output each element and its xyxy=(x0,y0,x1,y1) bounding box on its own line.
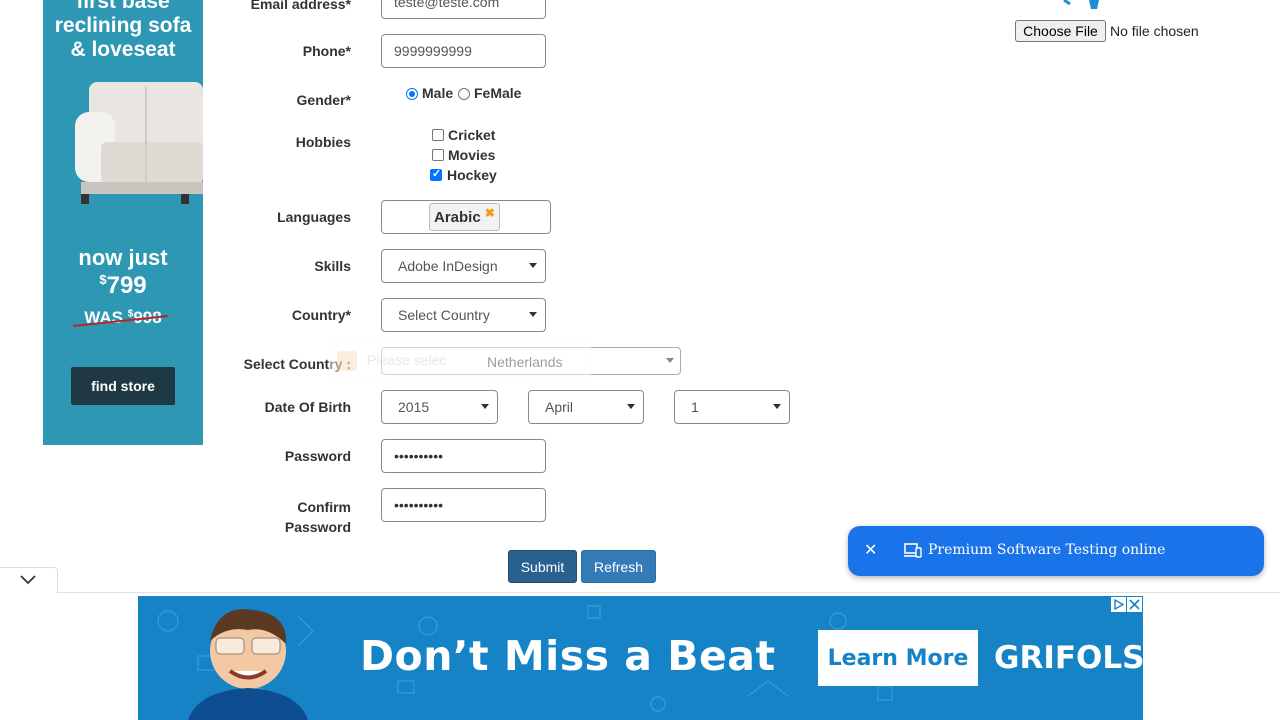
collapse-ad-button[interactable] xyxy=(0,567,58,593)
popup-text: Premium Software Testing online xyxy=(928,542,1166,558)
brand-logo: GRIFOLS xyxy=(994,640,1143,676)
close-icon[interactable]: ✕ xyxy=(864,540,877,560)
languages-label: Languages xyxy=(277,209,351,225)
learn-more-button[interactable]: Learn More xyxy=(818,630,978,686)
country-select[interactable]: Select Country xyxy=(381,298,546,332)
ad-price: $799 xyxy=(99,272,147,299)
select-country-label: Select Country : xyxy=(243,356,351,372)
gender-male-radio[interactable] xyxy=(406,88,418,100)
gender-male-label: Male xyxy=(422,85,454,101)
promo-popup[interactable]: ✕ Premium Software Testing online xyxy=(848,526,1264,576)
ad-headline: first base reclining sofa & loveseat xyxy=(54,0,192,61)
ad-divider xyxy=(0,592,1280,593)
file-status: No file chosen xyxy=(1110,23,1199,39)
email-label: Email address* xyxy=(250,0,351,12)
close-icon[interactable] xyxy=(1127,597,1142,612)
close-icon[interactable]: ✖ xyxy=(485,206,495,220)
gender-female-label: FeMale xyxy=(474,85,522,101)
hobby-movies-checkbox[interactable] xyxy=(432,149,444,161)
submit-button[interactable]: Submit xyxy=(508,550,577,583)
chevron-down-icon xyxy=(666,358,674,363)
devices-icon xyxy=(904,543,922,558)
adchoices-icon[interactable] xyxy=(1111,597,1126,612)
dob-month-select[interactable]: April xyxy=(528,390,644,424)
bottom-banner-ad[interactable]: Don’t Miss a Beat Learn More GRIFOLS xyxy=(138,596,1143,720)
password-input[interactable]: •••••••••• xyxy=(381,439,546,473)
language-tag-label: Arabic xyxy=(434,208,481,226)
country-label: Country* xyxy=(291,307,351,323)
confirm-password-input[interactable]: •••••••••• xyxy=(381,488,546,522)
hobbies-label: Hobbies xyxy=(295,134,351,150)
sidebar-ad[interactable]: first base reclining sofa & loveseat now… xyxy=(43,0,203,445)
select-country-combobox[interactable]: Netherlands xyxy=(381,347,681,375)
hobby-cricket-label: Cricket xyxy=(448,127,496,143)
hobby-movies-label: Movies xyxy=(448,147,496,163)
password-label: Password xyxy=(284,448,351,464)
find-store-button[interactable]: find store xyxy=(71,367,175,405)
gender-label: Gender* xyxy=(296,92,351,108)
sofa-image xyxy=(75,82,203,204)
language-tag: Arabic ✖ xyxy=(429,203,500,231)
hobby-cricket-checkbox[interactable] xyxy=(432,129,444,141)
skills-label: Skills xyxy=(314,258,351,274)
choose-file-button[interactable]: Choose File xyxy=(1015,20,1106,42)
select-country-value: Netherlands xyxy=(487,354,563,370)
ad-price-label: now just xyxy=(78,245,168,270)
gender-female-radio[interactable] xyxy=(458,88,470,100)
confirm-password-label: Confirm Password xyxy=(284,499,351,535)
phone-label: Phone* xyxy=(302,43,351,59)
dob-day-select[interactable]: 1 xyxy=(674,390,790,424)
hobby-hockey-label: Hockey xyxy=(447,167,497,183)
upload-icon xyxy=(1063,0,1099,9)
dob-year-select[interactable]: 2015 xyxy=(381,390,498,424)
hobby-hockey-checkbox[interactable] xyxy=(430,167,442,181)
dob-label: Date Of Birth xyxy=(264,399,351,415)
chevron-down-icon xyxy=(20,575,36,585)
ad-headline: Don’t Miss a Beat xyxy=(360,632,776,680)
email-input[interactable]: teste@teste.com xyxy=(381,0,546,19)
skills-select[interactable]: Adobe InDesign xyxy=(381,249,546,283)
phone-input[interactable]: 9999999999 xyxy=(381,34,546,68)
refresh-button[interactable]: Refresh xyxy=(581,550,656,583)
ad-was-price: WAS $998 xyxy=(84,308,161,327)
